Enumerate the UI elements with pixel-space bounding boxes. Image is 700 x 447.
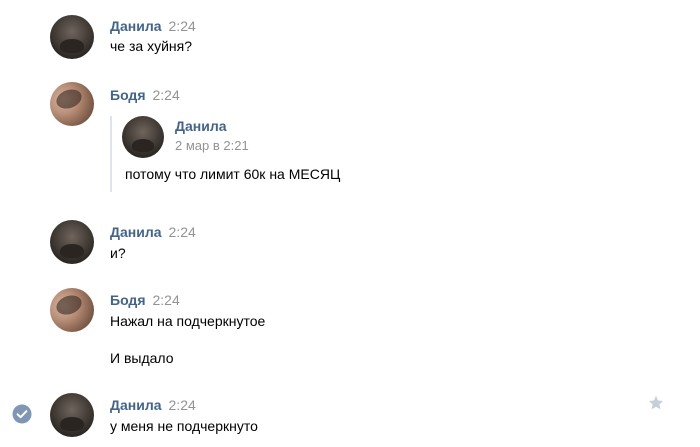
avatar[interactable] [50, 15, 94, 59]
message-time[interactable]: 2:24 [169, 397, 196, 413]
check-circle-icon[interactable] [12, 404, 32, 424]
avatar[interactable] [50, 393, 94, 437]
avatar[interactable] [50, 288, 94, 332]
message-text: че за хуйня? [110, 38, 192, 54]
message-author[interactable]: Данила 2:24 [110, 18, 196, 34]
forwarded-avatar[interactable] [122, 116, 164, 158]
forwarded-date[interactable]: 2 мар в 2:21 [175, 138, 249, 153]
message-author[interactable]: Бодя 2:24 [110, 87, 180, 103]
avatar[interactable] [50, 220, 94, 264]
message-text: Нажал на подчеркнутое [110, 313, 266, 329]
star-icon[interactable] [647, 394, 665, 412]
forwarded-text: потому что лимит 60к на МЕСЯЦ [125, 166, 341, 182]
message-time[interactable]: 2:24 [169, 18, 196, 34]
message-author[interactable]: Данила 2:24 [110, 224, 196, 240]
message-time[interactable]: 2:24 [169, 224, 196, 240]
message-time[interactable]: 2:24 [153, 292, 180, 308]
message-author[interactable]: Данила 2:24 [110, 397, 196, 413]
message-author[interactable]: Бодя 2:24 [110, 292, 180, 308]
forwarded-author[interactable]: Данила [175, 118, 227, 134]
avatar[interactable] [50, 82, 94, 126]
message-time[interactable]: 2:24 [153, 87, 180, 103]
message-text: и? [110, 245, 126, 261]
message-text: у меня не подчеркнуто [110, 418, 258, 434]
message-text: И выдало [110, 350, 174, 366]
forward-quote-bar [110, 116, 112, 192]
